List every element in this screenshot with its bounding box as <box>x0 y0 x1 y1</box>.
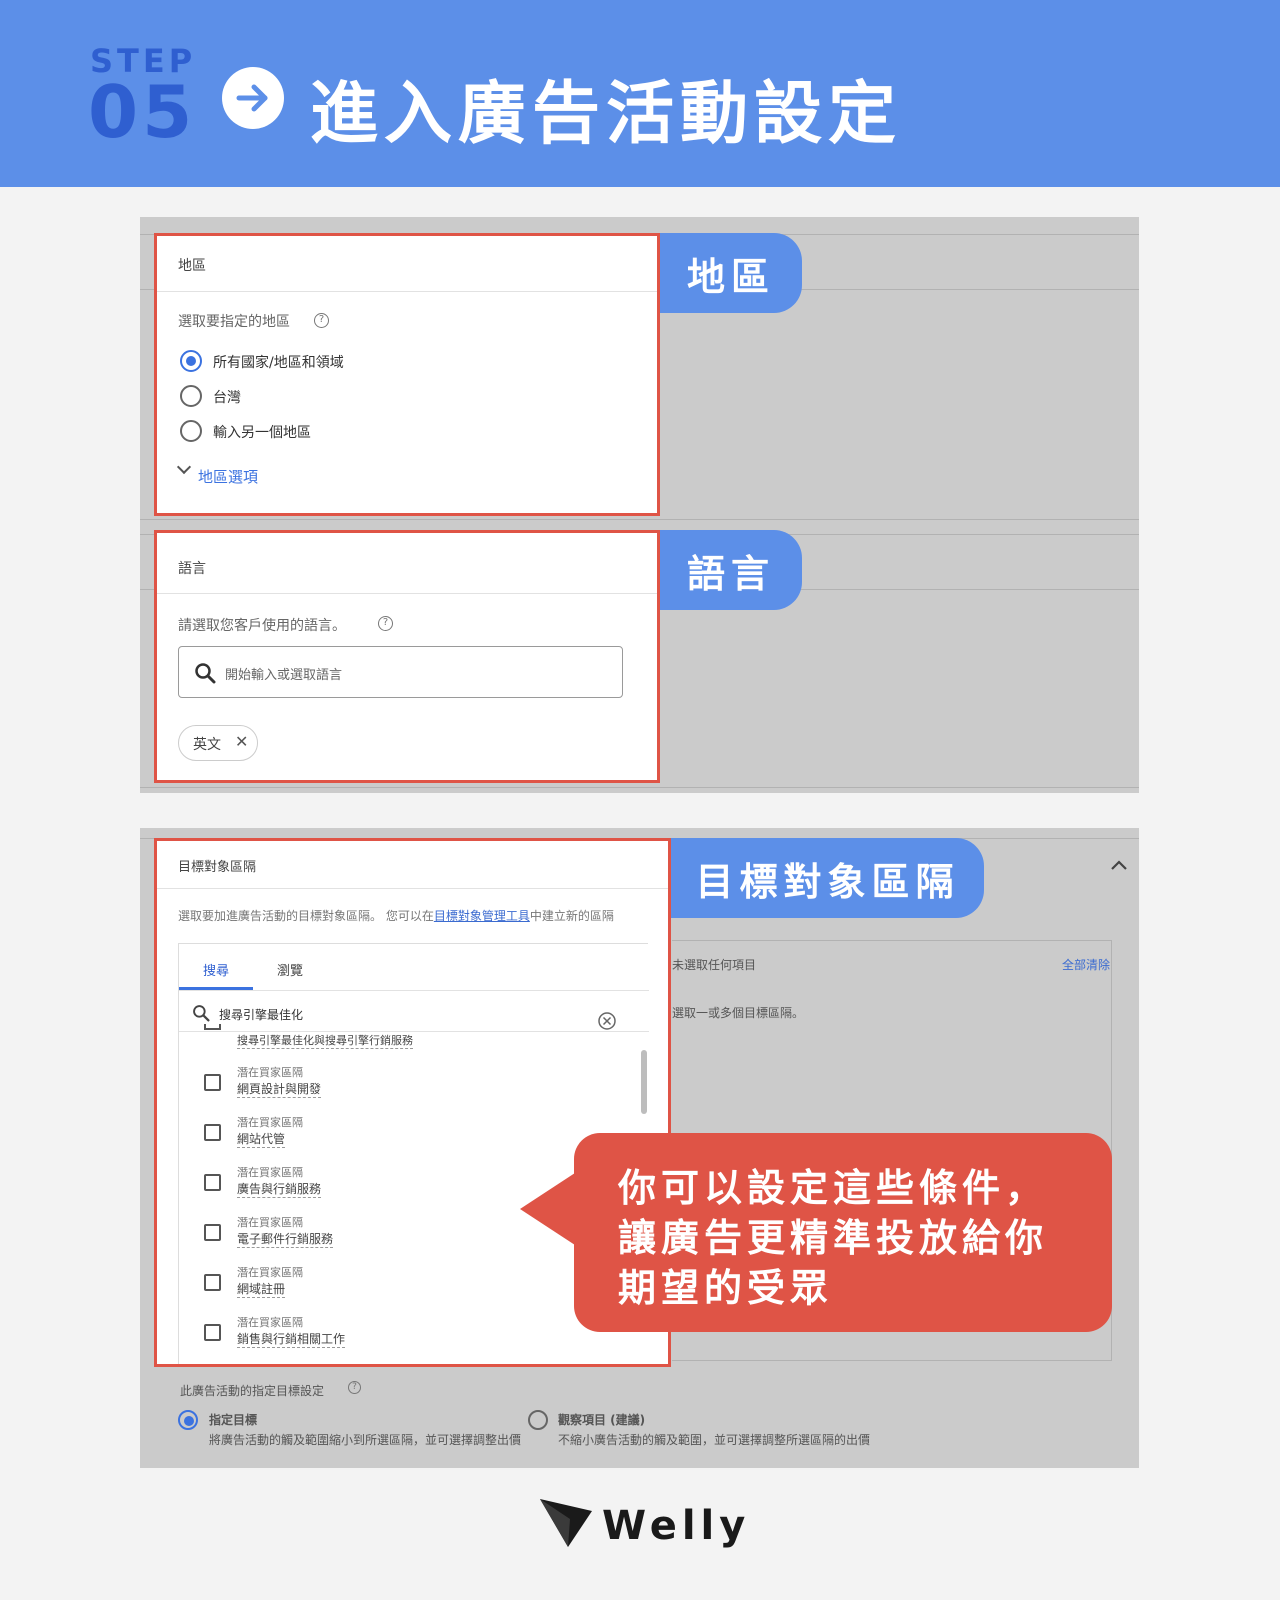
selected-hint: 選取一或多個目標區隔。 <box>672 1006 805 1020</box>
language-chip-english: 英文 ✕ <box>178 725 258 761</box>
search-icon <box>193 1005 210 1022</box>
page-title: 進入廣告活動設定 <box>310 75 903 154</box>
language-question: 請選取您客戶使用的語言。 <box>178 618 346 634</box>
audience-description: 選取要加進廣告活動的目標對象區隔。 您可以在目標對象管理工具中建立新的區隔 <box>178 909 614 923</box>
audience-item-checkbox[interactable] <box>204 1324 221 1341</box>
audience-manager-link[interactable]: 目標對象管理工具 <box>434 909 530 923</box>
close-icon[interactable]: ✕ <box>235 732 248 751</box>
audience-item-name: 廣告與行銷服務 <box>237 1182 322 1198</box>
brand-logo-text: Welly <box>602 1503 751 1549</box>
audience-item-category: 潛在買家區隔 <box>237 1216 303 1229</box>
targeting-option-label: 指定目標 <box>209 1413 258 1427</box>
help-icon[interactable]: ? <box>378 616 393 631</box>
help-icon[interactable]: ? <box>314 313 329 328</box>
audience-item-category: 潛在買家區隔 <box>237 1116 303 1129</box>
audience-item-checkbox[interactable] <box>204 1124 221 1141</box>
observation-option-label: 觀察項目 (建議) <box>558 1413 646 1427</box>
region-option-taiwan-label: 台灣 <box>213 390 241 406</box>
region-option-all-label: 所有國家/地區和領域 <box>213 355 344 371</box>
header-banner: STEP 05 進入廣告活動設定 <box>0 0 1280 187</box>
language-section-title: 語言 <box>178 561 206 577</box>
region-tag: 地區 <box>660 233 802 313</box>
targeting-setting-title: 此廣告活動的指定目標設定 <box>180 1384 325 1398</box>
audience-search-input[interactable]: 搜尋引擎最佳化 <box>219 1006 303 1023</box>
audience-item-name: 網域註冊 <box>237 1282 286 1298</box>
audience-item-name: 網站代管 <box>237 1132 286 1148</box>
audience-item-checkbox[interactable] <box>204 1174 221 1191</box>
language-tag: 語言 <box>660 530 802 610</box>
callout-line-2: 讓廣告更精準投放給你 <box>618 1216 1049 1260</box>
search-icon <box>195 663 216 684</box>
callout-line-3: 期望的受眾 <box>618 1266 834 1310</box>
region-question: 選取要指定的地區 <box>178 314 290 330</box>
chevron-down-icon[interactable] <box>176 459 192 475</box>
step-number: 05 <box>88 70 197 154</box>
audience-item-checkbox[interactable] <box>204 1274 221 1291</box>
targeting-option-radio[interactable] <box>178 1410 198 1430</box>
clear-all-button[interactable]: 全部清除 <box>1062 956 1110 973</box>
language-search-input[interactable]: 開始輸入或選取語言 <box>178 646 623 698</box>
selected-header: 未選取任何項目 <box>672 958 757 972</box>
region-options-link[interactable]: 地區選項 <box>198 466 258 487</box>
callout-line-1: 你可以設定這些條件， <box>618 1166 1049 1210</box>
audience-section-title: 目標對象區隔 <box>178 860 257 875</box>
language-search-placeholder: 開始輸入或選取語言 <box>225 668 343 683</box>
tab-browse[interactable]: 瀏覽 <box>277 960 303 979</box>
callout-pointer <box>520 1171 578 1247</box>
observation-option-desc: 不縮小廣告活動的觸及範圍，並可選擇調整所選區隔的出價 <box>558 1433 871 1447</box>
region-option-other-label: 輸入另一個地區 <box>213 425 311 441</box>
audience-item-category: 潛在買家區隔 <box>237 1066 303 1079</box>
audience-item-name: 電子郵件行銷服務 <box>237 1232 334 1248</box>
audience-item-checkbox[interactable] <box>204 1224 221 1241</box>
audience-tag: 目標對象區隔 <box>671 838 984 918</box>
arrow-right-icon <box>222 67 284 129</box>
audience-item-category: 潛在買家區隔 <box>237 1316 303 1329</box>
language-section: 語言 請選取您客戶使用的語言。 ? 開始輸入或選取語言 英文 ✕ <box>154 530 660 783</box>
paper-plane-icon <box>540 1499 592 1547</box>
region-option-other-radio[interactable] <box>180 420 202 442</box>
audience-item-checkbox[interactable] <box>204 1074 221 1091</box>
audience-item-name: 銷售與行銷相關工作 <box>237 1332 346 1348</box>
region-section: 地區 選取要指定的地區 ? 所有國家/地區和領域 台灣 輸入另一個地區 地區選項 <box>154 233 660 516</box>
region-section-title: 地區 <box>178 258 206 274</box>
clear-search-icon[interactable] <box>597 1011 617 1031</box>
region-option-taiwan-radio[interactable] <box>180 385 202 407</box>
tab-search[interactable]: 搜尋 <box>203 960 229 979</box>
language-chip-label: 英文 <box>193 737 221 753</box>
audience-partial-item: 搜尋引擎最佳化與搜尋引擎行銷服務 <box>237 1034 413 1049</box>
help-icon[interactable]: ? <box>348 1381 361 1394</box>
audience-item-name: 網頁設計與開發 <box>237 1082 322 1098</box>
audience-item-category: 潛在買家區隔 <box>237 1166 303 1179</box>
targeting-option-desc: 將廣告活動的觸及範圍縮小到所選區隔，並可選擇調整出價 <box>209 1433 522 1447</box>
audience-item-category: 潛在買家區隔 <box>237 1266 303 1279</box>
observation-option-radio[interactable] <box>528 1410 548 1430</box>
chevron-up-icon[interactable] <box>1109 858 1129 872</box>
scrollbar[interactable] <box>641 1050 647 1114</box>
region-option-all-radio[interactable] <box>180 350 202 372</box>
